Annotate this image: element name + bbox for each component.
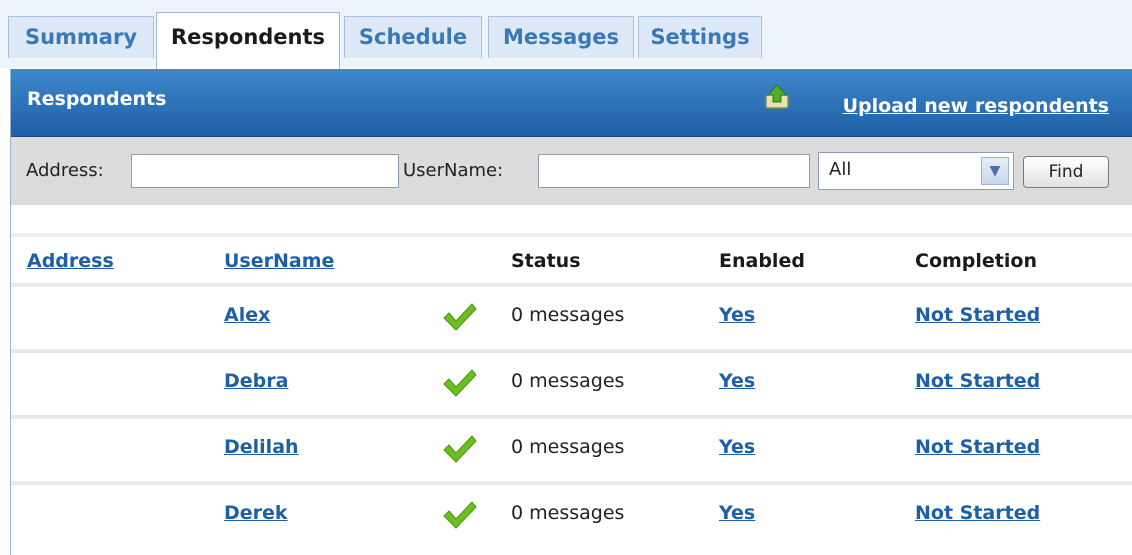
- row-status: 0 messages: [511, 304, 625, 326]
- table-row: Debra 0 messages Yes Not Started: [11, 349, 1132, 415]
- column-header-enabled: Enabled: [719, 250, 805, 272]
- respondents-panel: Respondents Upload new respondents Addre…: [10, 69, 1132, 555]
- column-header-completion: Completion: [915, 250, 1037, 272]
- status-filter-select[interactable]: All ▼: [818, 152, 1014, 190]
- find-button[interactable]: Find: [1023, 156, 1109, 188]
- row-status: 0 messages: [511, 370, 625, 392]
- row-enabled-link[interactable]: Yes: [719, 436, 755, 458]
- panel-title: Respondents: [27, 88, 167, 110]
- checkmark-icon: [443, 435, 477, 463]
- filter-bar: Address: UserName: All ▼ Find: [11, 137, 1132, 205]
- table-row: Delilah 0 messages Yes Not Started: [11, 415, 1132, 481]
- panel-header: Respondents Upload new respondents: [11, 69, 1132, 137]
- row-username-link[interactable]: Derek: [224, 502, 288, 524]
- tab-settings[interactable]: Settings: [638, 16, 762, 58]
- tab-messages[interactable]: Messages: [488, 16, 634, 58]
- tab-respondents[interactable]: Respondents: [156, 12, 340, 70]
- row-completion-link[interactable]: Not Started: [915, 304, 1040, 326]
- checkmark-icon: [443, 369, 477, 397]
- table-row: Alex 0 messages Yes Not Started: [11, 283, 1132, 349]
- tab-summary[interactable]: Summary: [8, 16, 154, 58]
- upload-respondents-link[interactable]: Upload new respondents: [843, 95, 1109, 117]
- row-enabled-link[interactable]: Yes: [719, 304, 755, 326]
- checkmark-icon: [443, 501, 477, 529]
- table-row: Derek 0 messages Yes Not Started: [11, 481, 1132, 547]
- upload-icon[interactable]: [763, 83, 791, 111]
- address-filter-input[interactable]: [131, 154, 399, 188]
- tab-bar: Summary Respondents Schedule Messages Se…: [0, 0, 1132, 70]
- row-enabled-link[interactable]: Yes: [719, 502, 755, 524]
- username-filter-label: UserName:: [403, 160, 504, 181]
- row-completion-link[interactable]: Not Started: [915, 502, 1040, 524]
- column-header-address[interactable]: Address: [27, 250, 114, 272]
- table-header-row: Address UserName Status Enabled Completi…: [11, 233, 1132, 283]
- username-filter-input[interactable]: [538, 154, 810, 188]
- column-header-username[interactable]: UserName: [224, 250, 334, 272]
- row-completion-link[interactable]: Not Started: [915, 370, 1040, 392]
- row-completion-link[interactable]: Not Started: [915, 436, 1040, 458]
- address-filter-label: Address:: [26, 160, 104, 181]
- row-status: 0 messages: [511, 436, 625, 458]
- column-header-status: Status: [511, 250, 581, 272]
- row-username-link[interactable]: Delilah: [224, 436, 299, 458]
- status-filter-value: All: [829, 159, 852, 180]
- row-username-link[interactable]: Debra: [224, 370, 288, 392]
- chevron-down-icon[interactable]: ▼: [981, 157, 1009, 185]
- row-username-link[interactable]: Alex: [224, 304, 270, 326]
- row-status: 0 messages: [511, 502, 625, 524]
- tab-schedule[interactable]: Schedule: [344, 16, 482, 58]
- row-enabled-link[interactable]: Yes: [719, 370, 755, 392]
- checkmark-icon: [443, 303, 477, 331]
